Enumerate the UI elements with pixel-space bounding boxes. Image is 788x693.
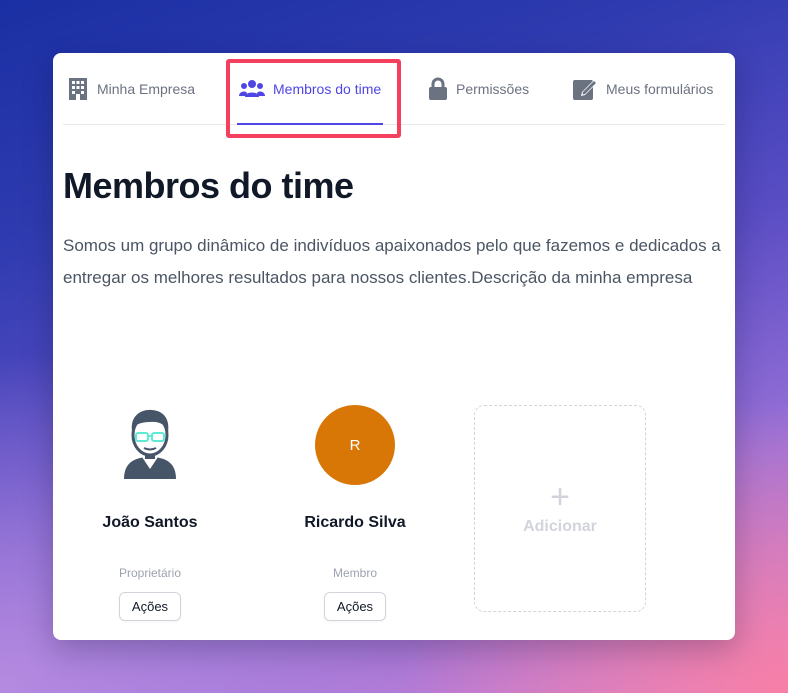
add-member-label: Adicionar xyxy=(523,517,597,535)
user-illustration-icon xyxy=(120,407,180,484)
member-card: João Santos Proprietário Ações xyxy=(65,405,235,621)
page-title: Membros do time xyxy=(63,165,354,206)
tab-permissoes[interactable]: Permissões xyxy=(428,53,529,124)
tab-label: Minha Empresa xyxy=(97,80,196,97)
avatar: R xyxy=(315,405,395,485)
avatar xyxy=(110,405,190,485)
member-card: R Ricardo Silva Membro Ações xyxy=(270,405,440,621)
page-description: Somos um grupo dinâmico de indivíduos ap… xyxy=(63,236,721,287)
users-icon xyxy=(239,79,265,99)
member-name: João Santos xyxy=(102,514,198,531)
lock-icon xyxy=(428,77,448,101)
member-name: Ricardo Silva xyxy=(304,514,406,531)
tab-minha-empresa[interactable]: Minha Empresa xyxy=(67,53,195,124)
tab-label: Membros do time xyxy=(273,80,382,97)
plus-icon: + xyxy=(550,477,570,516)
tab-bar: Minha Empresa Membros do time Permissões… xyxy=(63,53,725,125)
building-icon xyxy=(67,77,89,101)
team-card: Minha Empresa Membros do time Permissões… xyxy=(53,53,735,640)
tab-label: Meus formulários xyxy=(606,80,714,97)
actions-button[interactable]: Ações xyxy=(118,592,182,621)
member-role: Proprietário xyxy=(118,566,182,580)
tab-label: Permissões xyxy=(456,80,530,97)
tab-meus-formularios[interactable]: Meus formulários xyxy=(572,53,713,124)
add-member-button[interactable]: + Adicionar xyxy=(474,405,646,612)
edit-icon xyxy=(572,77,598,101)
member-role: Membro xyxy=(332,566,377,580)
tab-membros-do-time[interactable]: Membros do time xyxy=(237,53,384,125)
actions-button[interactable]: Ações xyxy=(323,592,387,621)
avatar-initial: R xyxy=(315,405,395,485)
